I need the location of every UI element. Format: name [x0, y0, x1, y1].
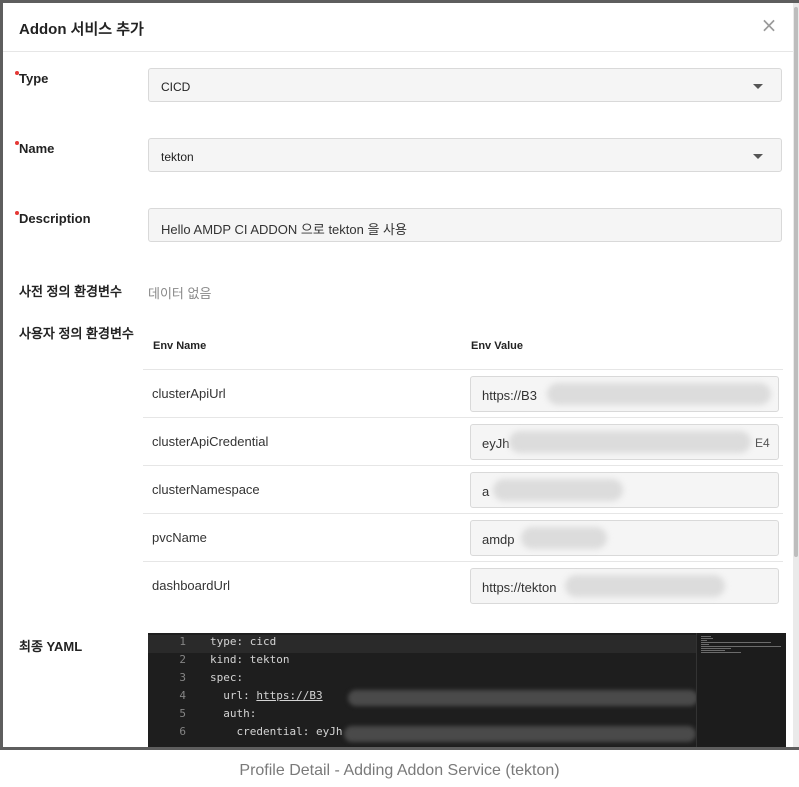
table-row: dashboardUrl https://tekton [143, 561, 783, 610]
scroll-thumb[interactable] [794, 7, 798, 557]
env-value-input[interactable]: https://B3 [470, 376, 779, 412]
redaction-blur [348, 690, 698, 706]
minimap-line [701, 652, 741, 653]
env-value-text: eyJh [482, 436, 510, 451]
yaml-editor[interactable]: 1 type: cicd 2 kind: tekton 3 spec: 4 ur… [148, 633, 786, 747]
minimap-line [701, 644, 709, 645]
description-input-value: Hello AMDP CI ADDON 으로 tekton 을 사용 [161, 222, 407, 237]
env-name: dashboardUrl [152, 578, 231, 593]
env-value-text: a [482, 484, 490, 499]
env-name: clusterApiCredential [152, 434, 269, 449]
code-line: 5 auth: [148, 707, 696, 725]
description-label: Description [19, 211, 91, 226]
modal-scrollbar[interactable] [793, 3, 799, 747]
redaction-blur [344, 726, 696, 742]
figure-caption: Profile Detail - Adding Addon Service (t… [239, 762, 560, 779]
code-text: kind: tekton [210, 653, 290, 666]
redaction-blur [493, 479, 623, 501]
minimap-line [701, 636, 711, 637]
modal-header: Addon 서비스 추가 × [3, 3, 793, 52]
close-icon[interactable]: × [759, 15, 779, 35]
name-label: Name [19, 141, 55, 156]
redaction-blur [565, 575, 725, 597]
minimap-line [701, 642, 771, 643]
name-select[interactable]: tekton [148, 138, 782, 172]
env-value-text: https://B3 [482, 388, 537, 403]
env-name: clusterNamespace [152, 482, 260, 497]
addon-service-modal: Addon 서비스 추가 × Type CICD Name tekton Des… [3, 3, 793, 747]
chevron-down-icon [753, 154, 763, 159]
type-label: Type [19, 71, 49, 86]
code-line: 1 type: cicd [148, 635, 696, 653]
code-text: spec: [210, 671, 244, 684]
line-number: 1 [179, 635, 186, 648]
table-row: clusterApiCredential eyJh E4 [143, 417, 783, 466]
minimap-line [701, 650, 725, 651]
code-text: credential: eyJh [210, 725, 343, 738]
code-line: 6 credential: eyJh [148, 725, 696, 743]
line-number: 3 [179, 671, 186, 684]
env-value-text: amdp [482, 532, 515, 547]
minimap-line [701, 648, 731, 649]
env-value-input[interactable]: https://tekton [470, 568, 779, 604]
predefined-env-label: 사전 정의 환경변수 [19, 284, 122, 299]
redaction-blur [521, 527, 607, 549]
code-line: 3 spec: [148, 671, 696, 689]
code-line: 4 url: https://B3 [148, 689, 698, 707]
line-number: 2 [179, 653, 186, 666]
line-number: 4 [179, 689, 186, 702]
env-value-input[interactable]: a [470, 472, 779, 508]
code-link[interactable]: https://B3 [256, 689, 322, 702]
final-yaml-label: 최종 YAML [19, 639, 83, 654]
line-number: 6 [179, 725, 186, 738]
code-line: 2 kind: tekton [148, 653, 696, 671]
minimap-line [701, 640, 707, 641]
table-row: clusterApiUrl https://B3 [143, 369, 783, 418]
redaction-blur [509, 431, 751, 453]
env-name-header: Env Name [153, 340, 207, 352]
code-text: auth: [210, 707, 257, 720]
user-env-label: 사용자 정의 환경변수 [19, 326, 134, 341]
env-value-input[interactable]: amdp [470, 520, 779, 556]
chevron-down-icon [753, 84, 763, 89]
table-row: pvcName amdp [143, 513, 783, 562]
env-value-input[interactable]: eyJh E4 [470, 424, 779, 460]
code-text: type: cicd [210, 635, 277, 648]
env-value-header: Env Value [471, 340, 523, 352]
minimap-line [701, 646, 781, 647]
env-name: clusterApiUrl [152, 386, 226, 401]
env-name: pvcName [152, 530, 207, 545]
line-number: 5 [179, 707, 186, 720]
table-row: clusterNamespace a [143, 465, 783, 514]
type-select[interactable]: CICD [148, 68, 782, 102]
type-select-value: CICD [161, 80, 191, 94]
editor-minimap[interactable] [696, 633, 786, 747]
redaction-blur [547, 383, 771, 405]
code-key: url: [210, 689, 257, 702]
name-select-value: tekton [161, 150, 194, 164]
env-value-text: https://tekton [482, 580, 557, 595]
modal-title: Addon 서비스 추가 [19, 21, 144, 38]
description-input[interactable]: Hello AMDP CI ADDON 으로 tekton 을 사용 [148, 208, 782, 242]
code-text: url: https://B3 [210, 689, 322, 702]
minimap-line [701, 638, 713, 639]
predefined-env-empty: 데이터 없음 [148, 286, 212, 301]
env-value-suffix: E4 [755, 436, 770, 450]
